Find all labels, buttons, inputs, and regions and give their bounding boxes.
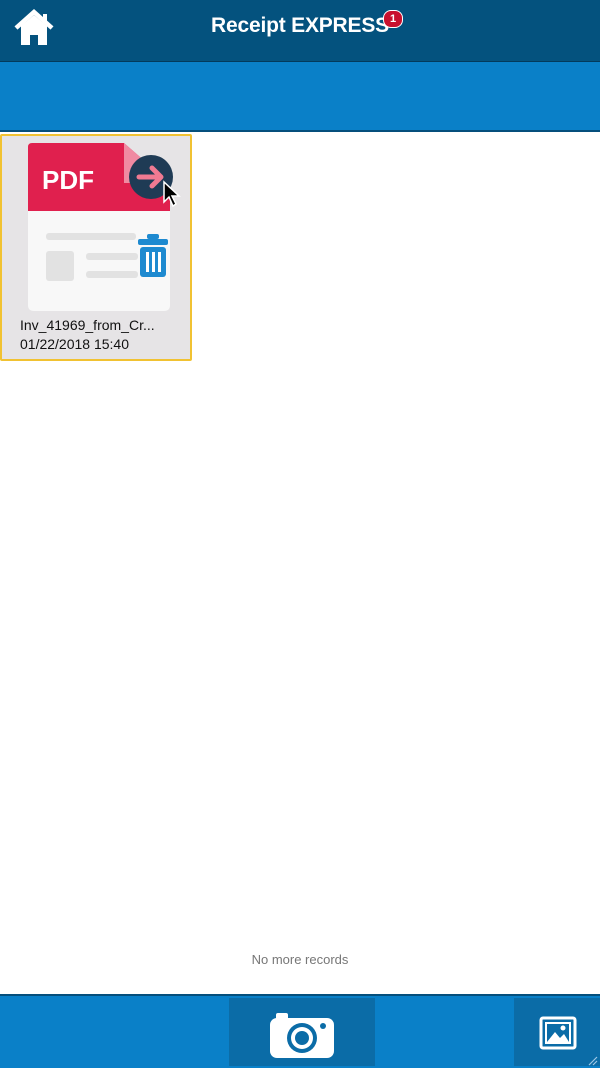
no-more-records-text: No more records [251, 952, 349, 967]
app-title-text: Receipt EXPRESS [211, 14, 389, 37]
file-grid: PDF Inv_41969_from_Cr... 01/22/2018 15:4… [0, 132, 600, 994]
trash-icon[interactable] [135, 232, 171, 280]
camera-icon [270, 1013, 334, 1058]
file-name: Inv_41969_from_Cr... [20, 317, 155, 333]
app-title: Receipt EXPRESS 1 [211, 10, 403, 38]
file-tile[interactable]: PDF Inv_41969_from_Cr... 01/22/2018 15:4… [0, 134, 192, 361]
pdf-label: PDF [42, 165, 94, 195]
camera-button[interactable] [229, 998, 375, 1066]
toolbar-bar [0, 62, 600, 132]
file-datetime: 01/22/2018 15:40 [20, 336, 129, 352]
image-gallery-icon [539, 1016, 577, 1050]
notification-badge[interactable]: 1 [382, 10, 403, 28]
bottom-toolbar [0, 994, 600, 1068]
mouse-cursor-icon [163, 180, 181, 208]
app-header: Receipt EXPRESS 1 [0, 0, 600, 62]
resize-grip-icon[interactable] [586, 1054, 598, 1066]
